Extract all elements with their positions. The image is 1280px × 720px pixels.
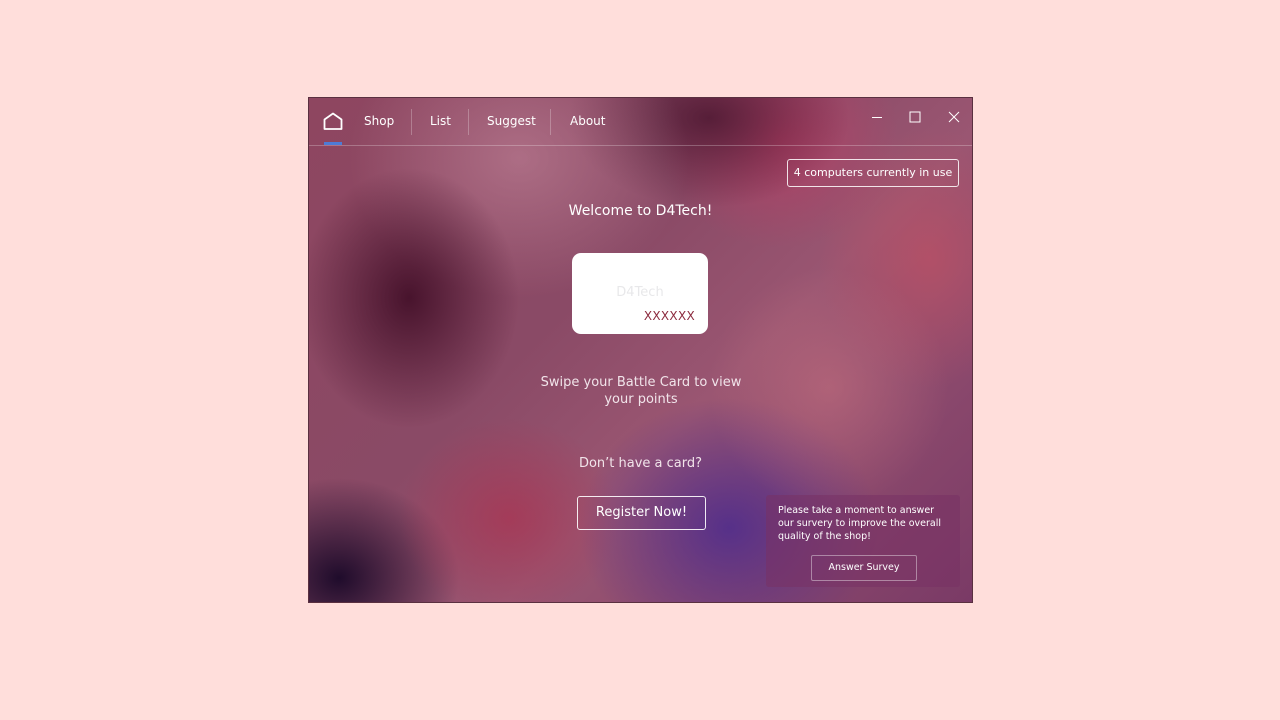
minimize-icon: [872, 117, 882, 118]
tab-about[interactable]: About: [570, 110, 605, 132]
battle-card-image: D4Tech XXXXXX: [572, 253, 708, 334]
close-button[interactable]: [942, 106, 966, 128]
minimize-button[interactable]: [865, 106, 889, 128]
tab-suggest[interactable]: Suggest: [487, 110, 536, 132]
nav-divider: [550, 109, 551, 135]
nav-divider: [411, 109, 412, 135]
home-button[interactable]: [319, 108, 347, 145]
swipe-card-prompt: Swipe your Battle Card to view your poin…: [540, 375, 742, 407]
maximize-button[interactable]: [903, 106, 927, 128]
computers-in-use-badge: 4 computers currently in use: [787, 159, 959, 187]
close-icon: [948, 111, 960, 123]
tab-shop[interactable]: Shop: [364, 110, 394, 132]
maximize-icon: [909, 111, 921, 123]
active-tab-indicator: [324, 142, 342, 145]
survey-panel: Please take a moment to answer our surve…: [766, 495, 960, 587]
no-card-prompt: Don’t have a card?: [578, 456, 703, 471]
top-navigation-bar: Shop List Suggest About: [309, 98, 972, 146]
register-now-button[interactable]: Register Now!: [577, 496, 706, 530]
nav-divider: [468, 109, 469, 135]
card-number: XXXXXX: [643, 309, 695, 323]
tab-list[interactable]: List: [430, 110, 451, 132]
answer-survey-button[interactable]: Answer Survey: [811, 555, 917, 581]
app-window: Shop List Suggest About 4 computers curr…: [308, 97, 973, 603]
survey-message: Please take a moment to answer our surve…: [778, 505, 942, 542]
card-brand-label: D4Tech: [616, 285, 664, 300]
welcome-heading: Welcome to D4Tech!: [568, 203, 713, 219]
home-icon: [323, 112, 343, 130]
